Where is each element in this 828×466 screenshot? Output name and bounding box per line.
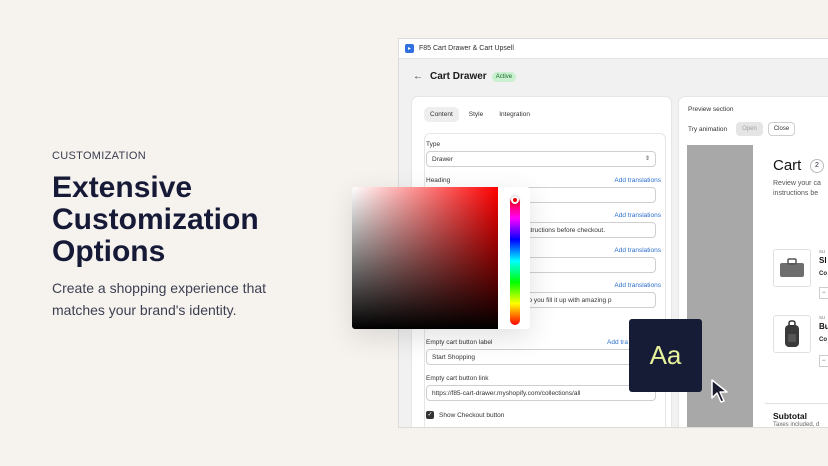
backpack-icon <box>785 320 799 347</box>
settings-tabs: Content Style Integration <box>424 107 536 122</box>
product1-vendor: SU <box>819 249 826 254</box>
tab-style[interactable]: Style <box>463 107 489 122</box>
product1-qty-stepper[interactable]: − <box>819 287 828 299</box>
product2-qty-stepper[interactable]: − <box>819 355 828 367</box>
app-name: F85 Cart Drawer & Cart Upsell <box>419 45 514 52</box>
bag-icon <box>780 258 804 277</box>
section-eyebrow: CUSTOMIZATION <box>52 150 146 162</box>
cart-desc-line1: Review your ca <box>773 180 821 187</box>
cart-divider <box>765 403 828 404</box>
empty-button-value: Start Shopping <box>432 354 476 361</box>
font-sample-text: Aa <box>649 340 682 370</box>
page-header: ← Cart Drawer Active <box>413 71 517 82</box>
mouse-cursor-icon <box>711 379 728 403</box>
empty-text-add-translations-link[interactable]: Add translations <box>614 282 661 289</box>
font-sample-tile: Aa <box>629 319 702 392</box>
app-logo-icon: ▸ <box>405 44 414 53</box>
show-checkout-label: Show Checkout button <box>439 412 505 419</box>
heading-label: Heading <box>426 177 451 184</box>
empty-button-add-translations-link[interactable]: Add tra <box>607 339 628 346</box>
preview-title: Preview section <box>688 106 734 113</box>
show-checkout-checkbox[interactable]: ✓ <box>426 411 434 419</box>
empty-button-input[interactable]: Start Shopping <box>426 349 656 365</box>
heading-add-translations-link[interactable]: Add translations <box>614 177 661 184</box>
field3-add-translations-link[interactable]: Add translations <box>614 247 661 254</box>
hue-slider[interactable] <box>510 197 520 325</box>
tab-integration[interactable]: Integration <box>493 107 536 122</box>
empty-link-input[interactable]: https://f85-cart-drawer.myshopify.com/co… <box>426 385 656 401</box>
type-label: Type <box>426 141 441 148</box>
product1-color: Co <box>819 271 827 277</box>
try-animation-label: Try animation <box>688 125 728 133</box>
hue-slider-handle[interactable] <box>511 196 519 204</box>
taxes-note: Taxes included, d <box>773 422 820 428</box>
product-image-backpack <box>773 315 811 353</box>
back-arrow-icon[interactable]: ← <box>413 71 423 82</box>
color-picker <box>352 187 530 329</box>
cart-title: Cart <box>773 157 802 174</box>
empty-button-label: Empty cart button label <box>426 339 493 346</box>
hero-subtext: Create a shopping experience that matche… <box>52 280 267 318</box>
product2-name: Bu <box>819 322 828 331</box>
window-titlebar: ▸ F85 Cart Drawer & Cart Upsell <box>399 39 828 59</box>
hero-headline: Extensive Customization Options <box>52 171 259 268</box>
product1-name: Sl <box>819 256 827 265</box>
product-image-bag <box>773 249 811 287</box>
open-button[interactable]: Open <box>736 122 763 136</box>
product2-color: Co <box>819 337 827 343</box>
animation-controls: Try animation Open Close <box>688 122 796 136</box>
close-button[interactable]: Close <box>767 122 796 136</box>
empty-link-label: Empty cart button link <box>426 375 489 382</box>
page-title: Cart Drawer <box>430 71 487 82</box>
cart-desc-line2: instructions be <box>773 190 819 197</box>
type-select[interactable]: Drawer ⇕ <box>426 151 656 167</box>
select-arrows-icon: ⇕ <box>644 156 650 162</box>
description-add-translations-link[interactable]: Add translations <box>614 212 661 219</box>
status-badge: Active <box>491 71 517 82</box>
cart-count-badge: 2 <box>810 159 824 173</box>
tab-content[interactable]: Content <box>424 107 459 122</box>
subtotal-label: Subtotal <box>773 411 807 421</box>
product2-vendor: SU <box>819 315 826 320</box>
saturation-value-area[interactable] <box>352 187 498 329</box>
type-select-value: Drawer <box>432 156 453 163</box>
cart-description: Review your ca instructions be <box>773 179 828 199</box>
empty-link-value: https://f85-cart-drawer.myshopify.com/co… <box>432 390 581 397</box>
